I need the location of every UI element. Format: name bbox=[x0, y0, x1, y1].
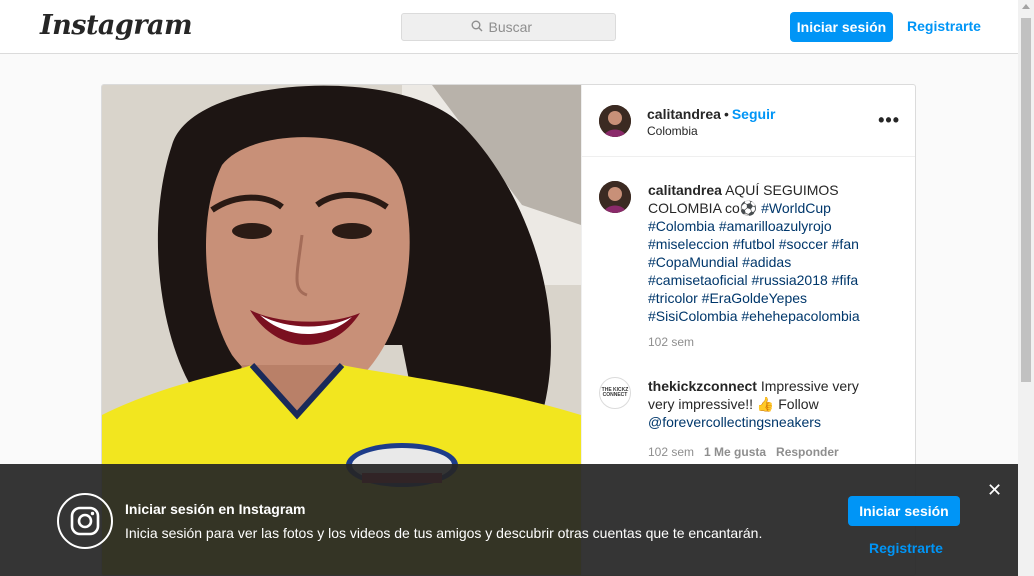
top-navigation-bar: Instagram Iniciar sesión Registrarte bbox=[0, 0, 1018, 54]
caption-time: 102 sem bbox=[648, 335, 695, 349]
more-options-icon[interactable]: ••• bbox=[878, 110, 900, 131]
comment-meta: 102 sem 1 Me gusta Responder bbox=[648, 445, 839, 459]
comment-likes[interactable]: 1 Me gusta bbox=[704, 445, 766, 459]
register-link[interactable]: Registrarte bbox=[907, 18, 981, 34]
login-banner: Iniciar sesión en Instagram Inicia sesió… bbox=[0, 464, 1018, 576]
banner-register-link[interactable]: Registrarte bbox=[869, 540, 943, 556]
banner-text: Inicia sesión para ver las fotos y los v… bbox=[125, 525, 763, 541]
banner-title: Iniciar sesión en Instagram bbox=[125, 501, 306, 517]
location-link[interactable]: Colombia bbox=[647, 124, 698, 138]
post-header: calitandrea • Seguir Colombia ••• bbox=[582, 85, 915, 157]
caption-hashtags[interactable]: #WorldCup #Colombia #amarilloazulyrojo #… bbox=[648, 200, 860, 324]
username-link[interactable]: calitandrea bbox=[647, 106, 721, 122]
caption-text: calitandrea AQUÍ SEGUIMOS COLOMBIA co⚽ #… bbox=[648, 181, 888, 325]
login-button[interactable]: Iniciar sesión bbox=[790, 12, 893, 42]
separator-dot: • bbox=[723, 106, 729, 122]
user-avatar[interactable] bbox=[599, 105, 631, 137]
scroll-up-arrow-icon[interactable] bbox=[1022, 4, 1030, 9]
scroll-thumb[interactable] bbox=[1021, 18, 1031, 382]
search-icon bbox=[471, 19, 483, 35]
instagram-logo[interactable]: Instagram bbox=[40, 10, 193, 41]
banner-login-button[interactable]: Iniciar sesión bbox=[848, 496, 960, 526]
close-icon[interactable]: ✕ bbox=[987, 480, 1002, 501]
caption-username[interactable]: calitandrea bbox=[648, 182, 722, 198]
user-line: calitandrea • Seguir bbox=[647, 106, 775, 122]
comment-text: thekickzconnect Impressive very very imp… bbox=[648, 377, 888, 431]
comment-username[interactable]: thekickzconnect bbox=[648, 378, 757, 394]
caption-avatar[interactable] bbox=[599, 181, 631, 213]
commenter-avatar[interactable]: THE KICKZ CONNECT bbox=[599, 377, 631, 409]
page-scrollbar[interactable] bbox=[1018, 0, 1034, 576]
comment-mention[interactable]: @forevercollectingsneakers bbox=[648, 414, 821, 430]
comment-time: 102 sem bbox=[648, 445, 695, 459]
reply-button[interactable]: Responder bbox=[776, 445, 839, 459]
instagram-camera-icon bbox=[57, 493, 113, 549]
search-input[interactable] bbox=[488, 19, 547, 35]
search-box[interactable] bbox=[401, 13, 616, 41]
follow-button[interactable]: Seguir bbox=[732, 106, 776, 122]
